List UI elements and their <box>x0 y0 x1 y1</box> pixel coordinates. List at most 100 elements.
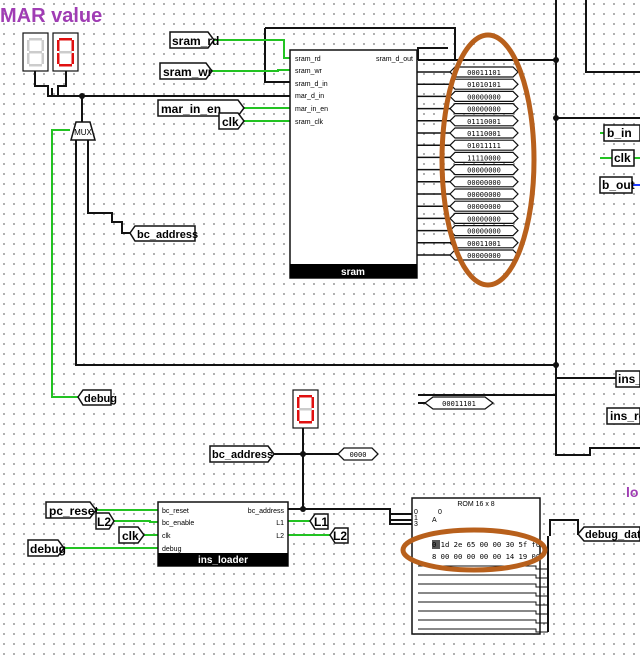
memory-probe: 01010101 <box>449 78 519 90</box>
memory-probe-value: 00000000 <box>467 228 501 236</box>
lo-label: lo <box>626 484 638 500</box>
ins-tunnel-1[interactable]: ins_ <box>615 370 640 388</box>
rom-cs-label: A <box>432 517 437 524</box>
memory-probe-value: 00000000 <box>467 203 501 211</box>
svg-text:clk: clk <box>222 115 239 129</box>
rom-addr-pin: 3 <box>414 521 418 528</box>
svg-text:bc_address: bc_address <box>137 229 198 241</box>
sram-wr-input[interactable]: sram_wr <box>159 62 213 80</box>
svg-text:00011101: 00011101 <box>442 400 476 408</box>
mux[interactable]: MUX <box>70 121 96 141</box>
memory-probe-value: 00000000 <box>467 167 501 175</box>
svg-text:clk: clk <box>122 529 139 543</box>
rom-cs-label: 0 <box>438 509 442 516</box>
sram-title: sram <box>341 267 365 278</box>
bus-value-probe: 00011101 <box>423 396 495 410</box>
memory-probe: 00000000 <box>449 212 519 224</box>
memory-probe: 00000000 <box>449 103 519 115</box>
bc-address-tunnel-lower[interactable]: bc_address <box>209 445 275 463</box>
pc-reset-input[interactable]: pc_reset <box>45 501 98 519</box>
ins-loader-pin-label: bc_enable <box>162 520 194 527</box>
memory-probe-value: 00000000 <box>467 191 501 199</box>
ins-loader-pin-label: L1 <box>276 520 284 527</box>
ins-loader-pin-label: debug <box>162 546 182 553</box>
memory-probe-value: 01110001 <box>467 118 501 126</box>
memory-probes: 00011101 01010101 00000000 00000000 01110001… <box>449 66 519 261</box>
memory-probe-value: 00000000 <box>467 252 501 260</box>
junction-dot <box>300 451 306 457</box>
svg-text:pc_reset: pc_reset <box>49 504 98 518</box>
sram-pin-label: sram_d_in <box>295 81 328 88</box>
memory-probe-value: 11110000 <box>467 154 501 162</box>
debug-input[interactable]: debug <box>27 539 66 557</box>
ins-tunnel-2[interactable]: ins_re <box>606 407 640 425</box>
memory-probe-value: 01010101 <box>467 81 501 89</box>
svg-text:sram_rd: sram_rd <box>172 34 219 48</box>
memory-probe-value: 00011001 <box>467 240 501 248</box>
sram-pin-label: sram_rd <box>295 56 321 63</box>
memory-probe-value: 00011101 <box>467 69 501 77</box>
mar-seven-segment-display <box>22 32 79 72</box>
svg-text:MUX: MUX <box>74 128 92 137</box>
memory-probe-value: 00000000 <box>467 179 501 187</box>
ins-loader-pin-label: bc_reset <box>162 508 189 515</box>
svg-text:ins_: ins_ <box>618 372 640 386</box>
rom-row-2: 8 00 00 00 00 00 14 19 00 <box>432 552 540 561</box>
svg-text:debug_data: debug_data <box>585 529 640 541</box>
svg-text:bc_address: bc_address <box>212 449 273 461</box>
memory-probe: 00000000 <box>449 90 519 102</box>
memory-probe: 01011111 <box>449 139 519 151</box>
circuit-canvas[interactable]: MAR value sram_rd sram_wr mar_in_en clk … <box>0 0 640 662</box>
mar-value-title: MAR value <box>0 5 102 27</box>
clk-input[interactable]: clk <box>218 112 245 130</box>
memory-probe: 00000000 <box>449 176 519 188</box>
svg-text:ins_re: ins_re <box>610 409 640 423</box>
svg-text:L1: L1 <box>314 515 328 529</box>
svg-text:clk: clk <box>614 151 631 165</box>
ins-loader-pin-label: L2 <box>276 533 284 540</box>
ins-loader-component[interactable]: ins_loader bc_reset bc_enable clk debug … <box>157 501 289 567</box>
svg-text:L2: L2 <box>97 515 111 529</box>
memory-probe-value: 00000000 <box>467 93 501 101</box>
clk-right-input[interactable]: clk <box>611 149 635 167</box>
debug-data-tunnel[interactable]: debug_data <box>577 526 640 542</box>
sram-pin-label: sram_d_out <box>376 56 413 63</box>
svg-text:debug: debug <box>30 542 66 556</box>
sram-pin-label: mar_in_en <box>295 106 328 113</box>
junction-dot <box>300 506 306 512</box>
memory-probe: 01110001 <box>449 127 519 139</box>
sram-pin-label: sram_clk <box>295 119 324 126</box>
memory-probe: 00000000 <box>449 225 519 237</box>
memory-probe-value: 00000000 <box>467 106 501 114</box>
memory-probe: 01110001 <box>449 115 519 127</box>
memory-probe: 00011001 <box>449 237 519 249</box>
svg-text:0000: 0000 <box>350 451 367 459</box>
svg-text:L2: L2 <box>333 529 347 543</box>
svg-text:mar_in_en: mar_in_en <box>161 102 221 116</box>
rom-row-1: 0 1d 2e 65 00 00 30 5f f0 <box>432 540 540 549</box>
memory-probe-value: 01011111 <box>467 142 501 150</box>
debug-tunnel[interactable]: debug <box>77 389 117 406</box>
clk-input-lower[interactable]: clk <box>118 526 145 544</box>
bc-address-tunnel[interactable]: bc_address <box>129 225 198 242</box>
rom-title: ROM 16 x 8 <box>457 501 494 508</box>
l2-output[interactable]: L2 <box>329 527 349 544</box>
l1-output[interactable]: L1 <box>309 513 329 530</box>
junction-dot <box>553 57 559 63</box>
bc-address-probe: 0000 <box>337 447 379 461</box>
sram-pin-label: sram_wr <box>295 68 323 75</box>
ins-loader-pin-label: bc_address <box>248 508 285 515</box>
b-out-output[interactable]: b_out <box>599 176 635 194</box>
memory-probe: 00000000 <box>449 188 519 200</box>
svg-text:sram_wr: sram_wr <box>163 65 213 79</box>
sram-component[interactable]: sram sram_rd sram_wr sram_d_in mar_d_in … <box>289 49 418 279</box>
svg-text:b_in: b_in <box>607 126 632 140</box>
junction-dot <box>553 362 559 368</box>
l2-input[interactable]: L2 <box>95 512 115 530</box>
sram-rd-input[interactable]: sram_rd <box>169 31 219 49</box>
b-in-input[interactable]: b_in <box>603 124 640 142</box>
memory-probe: 00011101 <box>449 66 519 78</box>
sram-pin-label: mar_d_in <box>295 93 324 100</box>
junction-dot <box>79 93 85 99</box>
memory-probe-value: 00000000 <box>467 215 501 223</box>
